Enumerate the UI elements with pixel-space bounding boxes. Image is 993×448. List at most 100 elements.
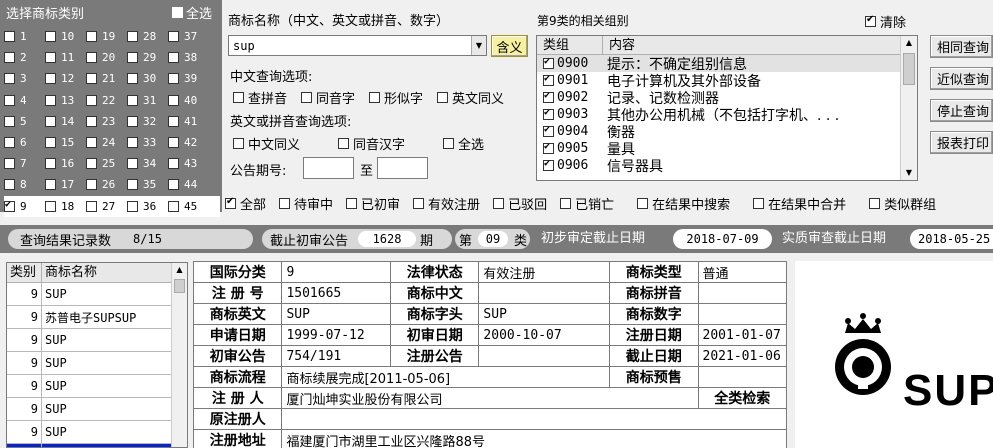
class-option-6[interactable]: 6 bbox=[4, 136, 45, 149]
class-option-23[interactable]: 23 bbox=[86, 115, 127, 128]
class-option-8[interactable]: 8 bbox=[4, 178, 45, 191]
class-checkbox[interactable] bbox=[168, 94, 179, 106]
class-option-39[interactable]: 39 bbox=[168, 72, 209, 85]
scroll-up-icon[interactable]: ▲ bbox=[172, 263, 187, 277]
class-option-1[interactable]: 1 bbox=[4, 30, 45, 43]
filter-checkbox[interactable] bbox=[279, 197, 291, 209]
filter-option[interactable]: 待审中 bbox=[279, 194, 333, 213]
cn-option[interactable]: 查拼音 bbox=[233, 88, 287, 107]
class-option-16[interactable]: 16 bbox=[45, 157, 86, 170]
class-checkbox[interactable] bbox=[86, 115, 97, 127]
class-checkbox[interactable] bbox=[4, 52, 15, 64]
class-checkbox[interactable] bbox=[168, 137, 179, 149]
group-row[interactable]: 0904衡器 bbox=[537, 123, 917, 141]
select-all-checkbox[interactable] bbox=[172, 7, 183, 18]
result-row[interactable]: 9 SUP bbox=[7, 398, 187, 421]
class-checkbox[interactable] bbox=[127, 94, 138, 106]
class-option-18[interactable]: 18 bbox=[45, 200, 86, 213]
class-checkbox[interactable] bbox=[168, 73, 179, 85]
group-checkbox[interactable] bbox=[543, 56, 554, 69]
class-option-21[interactable]: 21 bbox=[86, 72, 127, 85]
similar-query-button[interactable]: 近似查询 bbox=[930, 67, 993, 90]
class-option-2[interactable]: 2 bbox=[4, 51, 45, 64]
class-option-13[interactable]: 13 bbox=[45, 94, 86, 107]
issue-from-input[interactable] bbox=[303, 157, 354, 179]
class-checkbox[interactable] bbox=[4, 73, 15, 85]
class-option-20[interactable]: 20 bbox=[86, 51, 127, 64]
class-option-14[interactable]: 14 bbox=[45, 115, 86, 128]
class-checkbox[interactable] bbox=[127, 52, 138, 64]
class-option-12[interactable]: 12 bbox=[45, 72, 86, 85]
class-option-24[interactable]: 24 bbox=[86, 136, 127, 149]
class-checkbox[interactable] bbox=[86, 200, 97, 212]
class-option-43[interactable]: 43 bbox=[168, 157, 209, 170]
group-row[interactable]: 0901电子计算机及其外部设备 bbox=[537, 72, 917, 90]
filter-checkbox[interactable] bbox=[869, 197, 881, 209]
class-checkbox[interactable] bbox=[45, 52, 56, 64]
class-checkbox[interactable] bbox=[45, 158, 56, 170]
filter-checkbox[interactable] bbox=[225, 196, 236, 209]
filter-option[interactable]: 全部 bbox=[225, 194, 266, 213]
group-list[interactable]: 类组 内容 0900提示：不确定组别信息0901电子计算机及其外部设备0902记… bbox=[536, 35, 918, 181]
class-option-33[interactable]: 33 bbox=[127, 136, 168, 149]
class-option-44[interactable]: 44 bbox=[168, 178, 209, 191]
result-row[interactable]: 9 SUP bbox=[7, 352, 187, 375]
same-query-button[interactable]: 相同查询 bbox=[930, 35, 993, 58]
group-row[interactable]: 0903 其他办公用机械（不包括打字机、. . . bbox=[537, 106, 917, 124]
filter-checkbox[interactable] bbox=[493, 197, 505, 209]
filter-option[interactable]: 已驳回 bbox=[493, 194, 547, 213]
class-option-3[interactable]: 3 bbox=[4, 72, 45, 85]
checkbox[interactable] bbox=[233, 92, 244, 103]
class-checkbox[interactable] bbox=[127, 179, 138, 191]
checkbox[interactable] bbox=[369, 92, 381, 103]
result-scrollbar[interactable]: ▲ bbox=[171, 263, 187, 447]
stop-query-button[interactable]: 停止查询 bbox=[930, 99, 993, 122]
class-checkbox[interactable] bbox=[86, 137, 97, 149]
class-checkbox[interactable] bbox=[45, 179, 56, 191]
filter-checkbox[interactable] bbox=[413, 197, 425, 209]
scroll-thumb[interactable] bbox=[174, 279, 185, 293]
class-checkbox[interactable] bbox=[4, 115, 15, 127]
class-checkbox[interactable] bbox=[4, 31, 15, 43]
class-checkbox[interactable] bbox=[86, 158, 97, 170]
issue-to-input[interactable] bbox=[377, 157, 428, 179]
class-checkbox[interactable] bbox=[4, 137, 15, 149]
en-option[interactable]: 同音汉字 bbox=[338, 134, 405, 153]
filter-checkbox[interactable] bbox=[753, 197, 765, 209]
full-search-button[interactable]: 全类检索 bbox=[697, 387, 787, 409]
class-checkbox[interactable] bbox=[86, 73, 97, 85]
class-checkbox[interactable] bbox=[127, 31, 138, 43]
class-checkbox[interactable] bbox=[45, 200, 56, 212]
group-row[interactable]: 0902记录、记数检测器 bbox=[537, 89, 917, 107]
class-option-27[interactable]: 27 bbox=[86, 200, 127, 213]
scroll-down-icon[interactable]: ▼ bbox=[901, 166, 917, 180]
checkbox[interactable] bbox=[437, 92, 449, 103]
class-checkbox[interactable] bbox=[168, 31, 179, 43]
class-option-36[interactable]: 36 bbox=[127, 200, 168, 213]
class-option-32[interactable]: 32 bbox=[127, 115, 168, 128]
scroll-up-icon[interactable]: ▲ bbox=[901, 36, 917, 50]
class-checkbox[interactable] bbox=[127, 115, 138, 127]
class-checkbox[interactable] bbox=[127, 137, 138, 149]
cn-option[interactable]: 形似字 bbox=[369, 88, 423, 107]
cn-option[interactable]: 同音字 bbox=[301, 88, 355, 107]
select-all-classes[interactable]: 全选 bbox=[172, 3, 212, 22]
report-print-button[interactable]: 报表打印 bbox=[930, 131, 993, 154]
class-checkbox[interactable] bbox=[45, 137, 56, 149]
result-row[interactable]: 9 SUP bbox=[7, 283, 187, 306]
class-checkbox[interactable] bbox=[168, 200, 179, 212]
class-option-38[interactable]: 38 bbox=[168, 51, 209, 64]
en-option[interactable]: 中文同义 bbox=[233, 134, 300, 153]
class-option-7[interactable]: 7 bbox=[4, 157, 45, 170]
class-option-35[interactable]: 35 bbox=[127, 178, 168, 191]
filter-option[interactable]: 在结果中搜索 bbox=[637, 194, 730, 213]
class-checkbox[interactable] bbox=[86, 31, 97, 43]
class-option-31[interactable]: 31 bbox=[127, 94, 168, 107]
filter-option[interactable]: 类似群组 bbox=[869, 194, 936, 213]
class-checkbox[interactable] bbox=[168, 52, 179, 64]
result-row[interactable]: 9 苏普电子SUPSUP bbox=[7, 306, 187, 329]
filter-checkbox[interactable] bbox=[560, 197, 572, 209]
class-option-37[interactable]: 37 bbox=[168, 30, 209, 43]
class-checkbox[interactable] bbox=[45, 94, 56, 106]
result-row[interactable]: 9 SUP bbox=[7, 329, 187, 352]
